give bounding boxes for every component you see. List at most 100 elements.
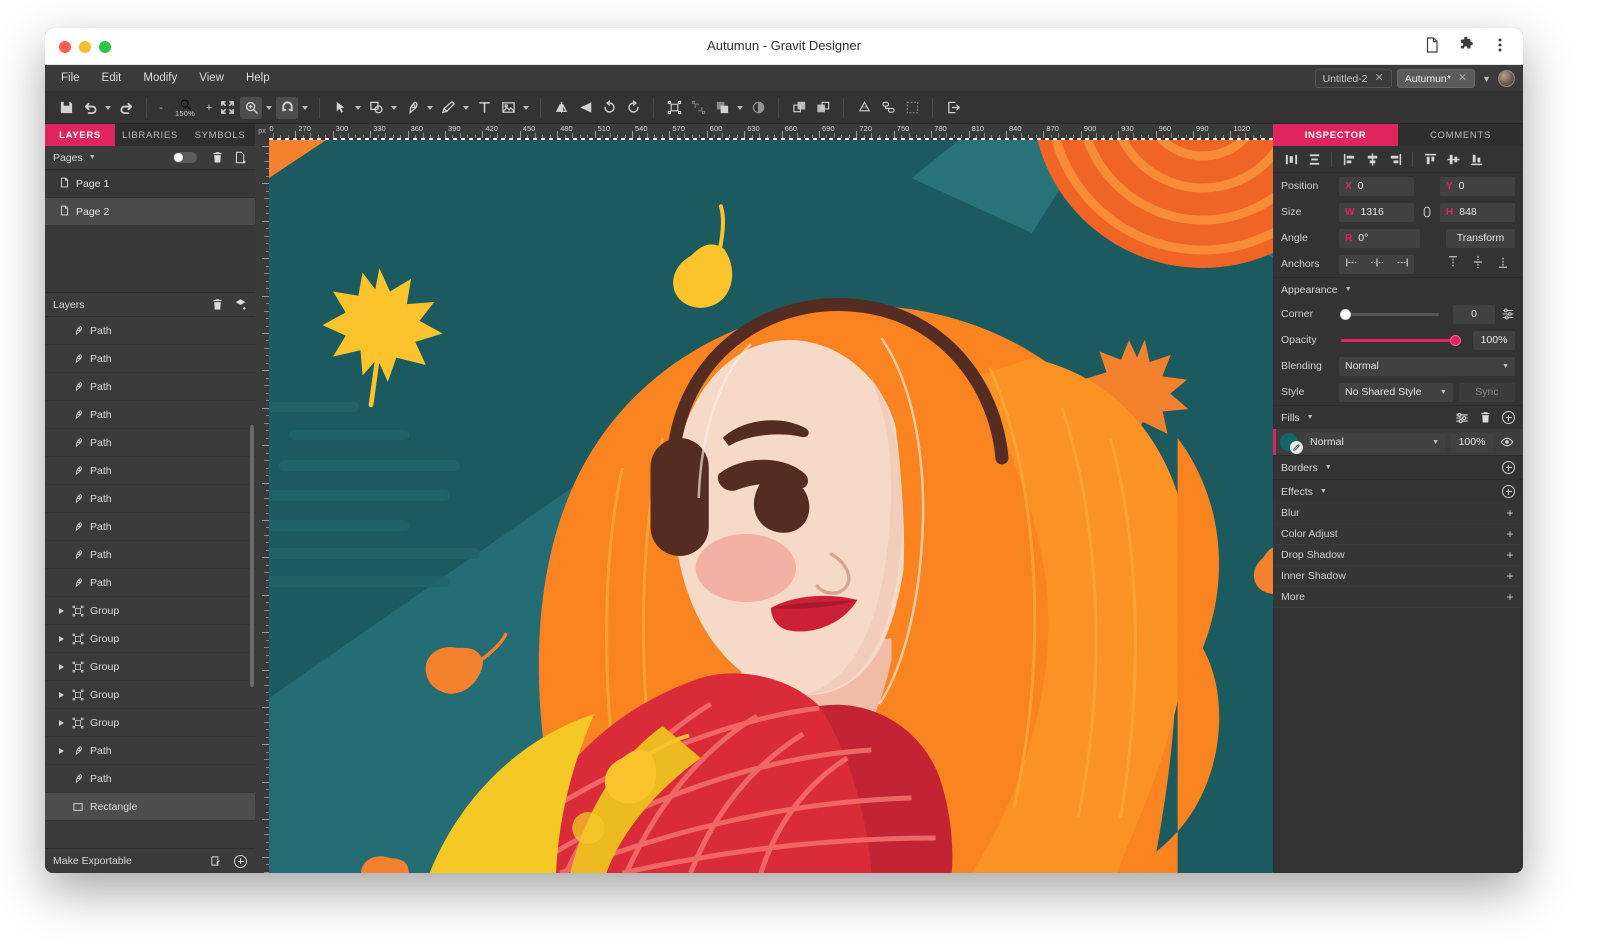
pen-tool-icon[interactable] — [401, 97, 423, 119]
boolean-caret[interactable] — [735, 97, 745, 119]
chevron-down-icon[interactable]: ▼ — [1320, 488, 1327, 495]
layers-list[interactable]: PathPathPathPathPathPathPathPathPathPath… — [45, 317, 255, 848]
pointer-caret[interactable] — [353, 97, 363, 119]
send-backward-icon[interactable] — [812, 97, 834, 119]
chevron-double-down-icon[interactable]: ▼ — [1480, 74, 1493, 84]
fill-color-swatch[interactable] — [1280, 433, 1298, 451]
size-height-field[interactable]: H 848 — [1440, 203, 1515, 222]
fill-opacity-value[interactable]: 100% — [1451, 433, 1493, 452]
add-effect-icon[interactable]: + — [1505, 506, 1515, 520]
redo-icon[interactable] — [115, 97, 137, 119]
layer-row[interactable]: Group — [45, 681, 255, 709]
undo-icon[interactable] — [79, 97, 101, 119]
layer-row[interactable]: Path — [45, 765, 255, 793]
close-icon[interactable]: ✕ — [1375, 73, 1384, 84]
chevron-down-icon[interactable]: ▼ — [1345, 286, 1352, 293]
layer-row[interactable]: Path — [45, 345, 255, 373]
tab-libraries[interactable]: LIBRARIES — [115, 124, 185, 146]
layer-row[interactable]: Path — [45, 513, 255, 541]
freehand-caret[interactable] — [461, 97, 471, 119]
transform-button[interactable]: Transform — [1446, 229, 1515, 248]
layer-row[interactable]: Group — [45, 709, 255, 737]
expand-triangle-icon[interactable] — [59, 692, 64, 698]
export-icon[interactable] — [942, 97, 964, 119]
save-icon[interactable] — [55, 97, 77, 119]
bring-forward-icon[interactable] — [788, 97, 810, 119]
align-center-icon[interactable] — [1362, 149, 1382, 169]
align-middle-icon[interactable] — [1443, 149, 1463, 169]
document-tab-autumun[interactable]: Autumun* ✕ — [1397, 69, 1475, 88]
fill-item[interactable]: Normal ▼ 100% — [1273, 429, 1523, 455]
size-width-field[interactable]: W 1316 — [1339, 203, 1414, 222]
fill-options-icon[interactable] — [1455, 411, 1469, 425]
freehand-tool-icon[interactable] — [437, 97, 459, 119]
layer-row[interactable]: Path — [45, 569, 255, 597]
link-ratio-icon[interactable] — [1420, 205, 1434, 219]
pointer-tool-icon[interactable] — [329, 97, 351, 119]
artwork-illustration[interactable] — [269, 138, 1273, 873]
page-row[interactable]: Page 1 — [45, 170, 255, 198]
layer-row[interactable]: Group — [45, 653, 255, 681]
horizontal-ruler[interactable]: 2402703003303603904204504805105405706006… — [255, 124, 1273, 138]
more-vertical-icon[interactable] — [1491, 36, 1509, 54]
distribute-horizontal-icon[interactable] — [1281, 149, 1301, 169]
layer-row[interactable]: Path — [45, 373, 255, 401]
boolean-ops-icon[interactable] — [711, 97, 733, 119]
align-left-icon[interactable] — [1339, 149, 1359, 169]
canvas-area[interactable]: px 2402703003303603904204504805105405706… — [255, 124, 1273, 873]
add-page-icon[interactable] — [234, 151, 247, 164]
anchor-bottom-icon[interactable] — [1497, 255, 1509, 274]
effect-row[interactable]: Color Adjust+ — [1273, 524, 1523, 545]
chevron-down-icon[interactable]: ▼ — [89, 154, 96, 161]
trash-icon[interactable] — [1479, 411, 1492, 424]
layer-row[interactable]: Path — [45, 541, 255, 569]
make-exportable-bar[interactable]: Make Exportable — [45, 848, 255, 873]
image-tool-icon[interactable] — [497, 97, 519, 119]
expand-triangle-icon[interactable] — [59, 748, 64, 754]
menu-edit[interactable]: Edit — [102, 72, 122, 84]
layer-row[interactable]: Path — [45, 429, 255, 457]
align-bottom-icon[interactable] — [1466, 149, 1486, 169]
eyedropper-icon[interactable] — [1290, 441, 1303, 454]
layer-row[interactable]: Path — [45, 317, 255, 345]
corner-slider[interactable] — [1341, 313, 1439, 316]
group-icon[interactable] — [663, 97, 685, 119]
style-select[interactable]: No Shared Style ▼ — [1339, 383, 1453, 402]
fill-blend-select[interactable]: Normal ▼ — [1304, 433, 1445, 452]
position-x-field[interactable]: X 0 — [1339, 177, 1414, 196]
page-row[interactable]: Page 2 — [45, 198, 255, 226]
close-icon[interactable]: ✕ — [1458, 73, 1467, 84]
tab-symbols[interactable]: SYMBOLS — [185, 124, 255, 146]
align-top-icon[interactable] — [1420, 149, 1440, 169]
flip-vertical-icon[interactable] — [574, 97, 596, 119]
effect-row[interactable]: Blur+ — [1273, 503, 1523, 524]
opacity-slider[interactable] — [1341, 339, 1459, 342]
export-slice-icon[interactable] — [210, 855, 222, 867]
position-y-field[interactable]: Y 0 — [1440, 177, 1515, 196]
convert-to-path-icon[interactable] — [853, 97, 875, 119]
add-effect-icon[interactable]: + — [1505, 548, 1515, 562]
add-circle-icon[interactable] — [234, 855, 247, 868]
anchor-middle-v-icon[interactable] — [1472, 255, 1484, 274]
layers-scrollbar[interactable] — [250, 425, 254, 687]
expand-triangle-icon[interactable] — [59, 636, 64, 642]
add-circle-icon[interactable] — [1502, 411, 1515, 424]
align-right-icon[interactable] — [1385, 149, 1405, 169]
expand-triangle-icon[interactable] — [59, 720, 64, 726]
eye-icon[interactable] — [1499, 435, 1515, 449]
anchor-center-h-icon[interactable] — [1370, 255, 1384, 273]
tab-inspector[interactable]: INSPECTOR — [1273, 124, 1398, 146]
chevron-down-icon[interactable]: ▼ — [1307, 414, 1314, 421]
image-caret[interactable] — [521, 97, 531, 119]
rotate-ccw-icon[interactable] — [598, 97, 620, 119]
layer-row[interactable]: Rectangle — [45, 793, 255, 821]
layer-row[interactable]: Path — [45, 485, 255, 513]
snap-caret[interactable] — [300, 97, 310, 119]
menu-modify[interactable]: Modify — [143, 72, 177, 84]
menu-help[interactable]: Help — [246, 72, 270, 84]
fit-screen-icon[interactable] — [216, 97, 238, 119]
trash-icon[interactable] — [211, 298, 224, 311]
distribute-vertical-icon[interactable] — [1304, 149, 1324, 169]
effect-row[interactable]: More+ — [1273, 587, 1523, 608]
anchor-left-icon[interactable] — [1345, 255, 1359, 273]
